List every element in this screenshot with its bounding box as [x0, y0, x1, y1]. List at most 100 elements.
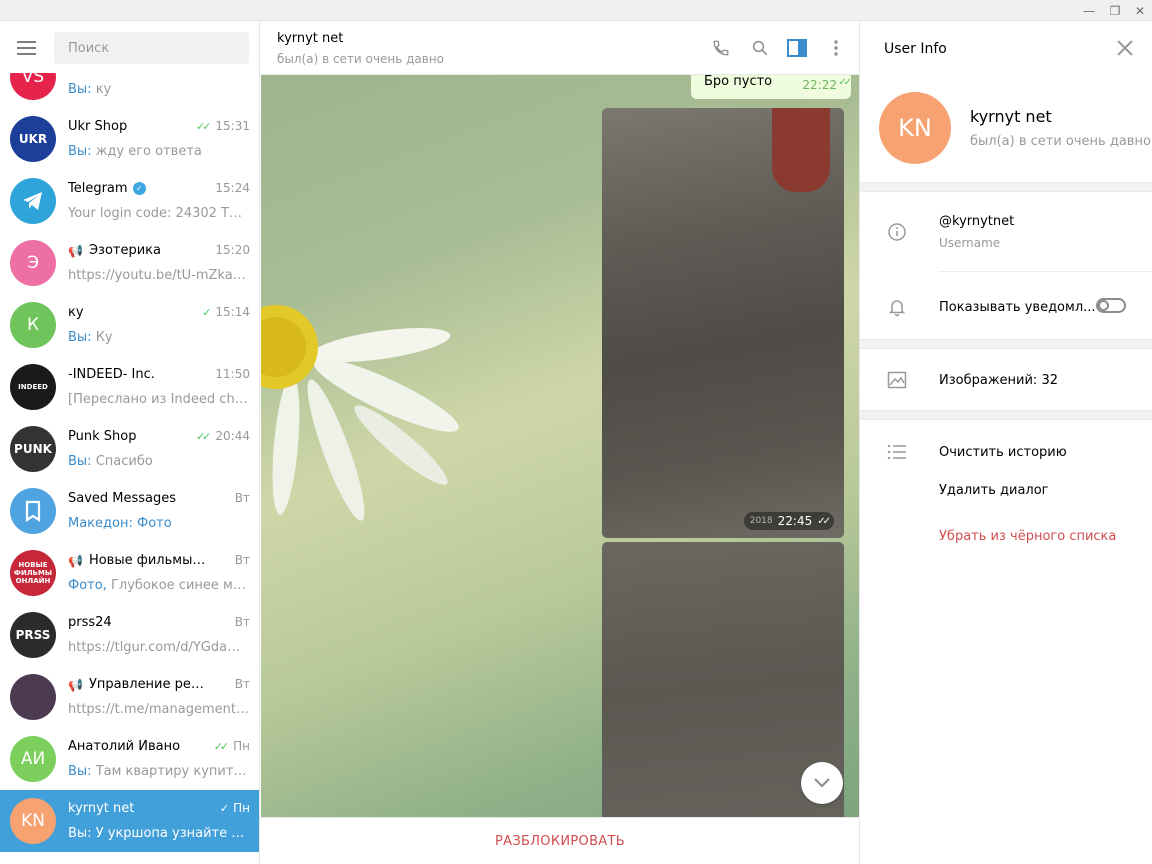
list-icon [886, 441, 908, 463]
chat-name: 📢 Эзотерика [68, 243, 208, 258]
photo-time-badge: 2018 22:45 ✓✓ [743, 512, 834, 530]
info-title: User Info [884, 41, 947, 57]
preview-text: ку [95, 82, 112, 97]
chat-name-text: Анатолий Ивано [68, 739, 181, 754]
chevron-down-icon [814, 778, 830, 788]
chat-preview: Вы: ку [68, 82, 250, 97]
images-link[interactable]: Изображений: 32 [939, 373, 1058, 388]
chat-item[interactable]: INDEED -INDEED- Inc. 11:50 [Переслано из In… [0, 356, 259, 418]
chat-item[interactable]: 📢 Управление реальн... Вт https://t.me/mana… [0, 666, 259, 728]
message-bubble[interactable]: Бро пусто 22:22 ✓✓ [691, 75, 852, 99]
chat-time-text: Вт [234, 615, 250, 629]
search-input[interactable] [54, 32, 249, 64]
username-label: Username [939, 236, 1001, 250]
chat-preview: Your login code: 24302 This c... [68, 206, 250, 221]
chat-name: ку [68, 305, 208, 320]
chat-item[interactable]: Saved Messages Вт Македон: Фото [0, 480, 259, 542]
photo-content [772, 108, 830, 192]
photo-message[interactable]: 2018 22:45 ✓✓ [602, 108, 844, 538]
read-check-icon: ✓✓ [817, 515, 831, 527]
divider [860, 182, 1152, 192]
chat-item[interactable]: НОВЫЕ ФИЛЬМЫ ОНЛАЙН 📢 Новые фильмы он... Вт… [0, 542, 259, 604]
search-button[interactable] [748, 36, 772, 60]
chat-item[interactable]: Кку ✓ 15:14 Вы: Ку [0, 294, 259, 356]
chat-item[interactable]: KN kyrnyt net ✓ Пн Вы: У укршопа узнайте я у… [0, 790, 259, 852]
chat-name-text: Punk Shop [68, 429, 137, 444]
chat-time-text: 15:14 [215, 305, 250, 319]
avatar: НОВЫЕ ФИЛЬМЫ ОНЛАЙН [10, 550, 56, 596]
more-button[interactable] [824, 36, 848, 60]
chat-time: ✓ Пн [220, 801, 250, 815]
maximize-button[interactable]: ❐ [1102, 0, 1128, 21]
phone-icon [713, 40, 729, 56]
preview-text: Спасибо [95, 454, 153, 469]
separator [938, 271, 1152, 272]
notifications-toggle[interactable] [1096, 298, 1126, 313]
chat-item[interactable]: Э 📢 Эзотерика 15:20 https://youtu.be/tU-mZka… [0, 232, 259, 294]
divider [860, 410, 1152, 420]
avatar: UKR [10, 116, 56, 162]
minimize-icon: — [1083, 3, 1095, 18]
chat-name-text: -INDEED- Inc. [68, 367, 155, 382]
chat-time: 11:50 [215, 367, 250, 381]
call-button[interactable] [709, 36, 733, 60]
chat-name: Punk Shop [68, 429, 208, 444]
unblock-button[interactable]: РАЗБЛОКИРОВАТЬ [261, 817, 859, 864]
photo-date: 2018 [749, 516, 773, 526]
channel-icon: 📢 [68, 553, 83, 568]
chat-name-text: Saved Messages [68, 491, 177, 506]
chat-item[interactable]: PUNK Punk Shop ✓✓ 20:44 Вы: Спасибо [0, 418, 259, 480]
chat-time-text: 15:24 [215, 181, 250, 195]
avatar-initials: UKR [18, 132, 48, 146]
clear-history-button[interactable]: Очистить историю [939, 445, 1067, 460]
avatar[interactable]: KN [879, 92, 951, 164]
delete-dialog-button[interactable]: Удалить диалог [939, 483, 1049, 498]
channel-icon: 📢 [68, 243, 83, 258]
scroll-down-button[interactable] [801, 762, 843, 804]
chat-time-text: Вт [234, 553, 250, 567]
close-window-button[interactable]: ✕ [1127, 0, 1152, 21]
image-icon [886, 369, 908, 391]
preview-text: https://tlgur.com/d/YGdaQJQg [68, 640, 250, 655]
chat-header[interactable]: kyrnyt net был(а) в сети очень давно [261, 21, 859, 75]
chat-preview: https://t.me/management_o... [68, 702, 250, 717]
bell-icon [886, 296, 908, 318]
minimize-button[interactable]: — [1076, 0, 1102, 21]
read-check-icon: ✓ [202, 305, 211, 319]
chat-preview: Вы: У укршопа узнайте я у ... [68, 826, 250, 841]
chat-preview: Фото, Глубокое синее море... [68, 578, 250, 593]
preview-sender: Вы: [68, 454, 92, 469]
chat-item[interactable]: Telegram ✓ 15:24 Your login code: 24302 Thi… [0, 170, 259, 232]
preview-text: Your login code: 24302 This c... [68, 206, 250, 221]
chat-preview: Вы: жду его ответа [68, 144, 250, 159]
menu-icon[interactable] [17, 41, 36, 55]
messages-area[interactable]: Бро пусто 22:22 ✓✓ 2018 22:45 ✓✓ [261, 75, 859, 817]
chat-time: Вт [235, 677, 250, 691]
remove-blacklist-button[interactable]: Убрать из чёрного списка [939, 529, 1116, 544]
chat-name: kyrnyt net [68, 801, 208, 816]
chat-list: VSVkladeTShop✓15:41Вы: куUKRUkr Shop✓✓15… [0, 46, 259, 852]
search-icon [752, 40, 768, 56]
message-text: Бро пусто [704, 75, 773, 89]
chat-name: 📢 Управление реальн... [68, 677, 208, 692]
avatar-initials: НОВЫЕ ФИЛЬМЫ ОНЛАЙН [13, 561, 53, 585]
preview-text: https://youtu.be/tU-mZkaks... [68, 268, 250, 283]
toggle-info-button[interactable] [785, 36, 809, 60]
chat-item[interactable]: UKR Ukr Shop ✓✓ 15:31 Вы: жду его ответа [0, 108, 259, 170]
chat-preview: [Переслано из Indeed chann... [68, 392, 250, 407]
read-check-icon: ✓✓ [195, 119, 212, 133]
chat-time-text: Вт [234, 491, 250, 505]
chat-name-text: Ukr Shop [68, 119, 128, 134]
avatar-initials: Э [27, 253, 39, 273]
verified-icon: ✓ [132, 182, 146, 195]
info-icon [886, 221, 908, 243]
avatar: INDEED [10, 364, 56, 410]
close-info-button[interactable] [1115, 38, 1135, 58]
chat-preview: Вы: Там квартиру купить ...... [68, 764, 250, 779]
chat-item[interactable]: PRSS prss24 Вт https://tlgur.com/d/YGdaQJQg [0, 604, 259, 666]
chat-item[interactable]: АИ Анатолий Ивано ✓✓ Пн Вы: Там квартиру куп… [0, 728, 259, 790]
avatar [10, 674, 56, 720]
user-name: kyrnyt net [970, 107, 1052, 126]
chat-name-text: Эзотерика [88, 243, 161, 258]
username-value[interactable]: @kyrnytnet [939, 214, 1014, 229]
